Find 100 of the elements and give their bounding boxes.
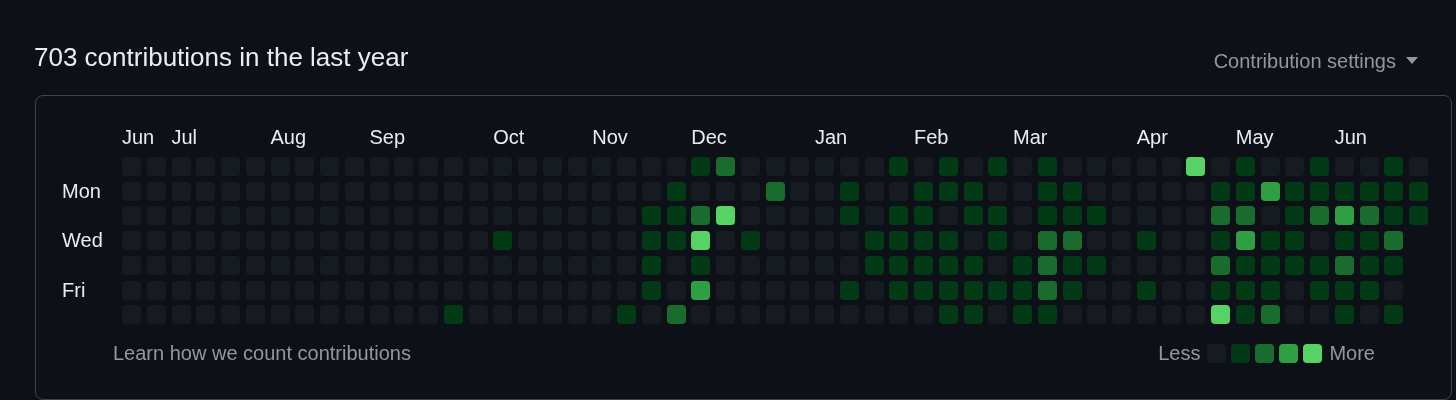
contribution-cell[interactable] bbox=[1013, 255, 1032, 275]
contribution-cell[interactable] bbox=[1334, 231, 1354, 250]
contribution-cell[interactable] bbox=[691, 255, 711, 275]
contribution-cell[interactable] bbox=[443, 305, 463, 325]
contribution-cell[interactable] bbox=[1211, 231, 1230, 250]
contribution-cell[interactable] bbox=[938, 280, 958, 300]
contribution-cell[interactable] bbox=[1334, 181, 1354, 201]
contribution-cell[interactable] bbox=[938, 231, 958, 250]
contribution-cell[interactable] bbox=[864, 231, 884, 250]
contribution-cell[interactable] bbox=[1285, 255, 1305, 275]
contribution-cell[interactable] bbox=[889, 231, 909, 250]
contribution-cell[interactable] bbox=[740, 231, 760, 250]
contribution-cell[interactable] bbox=[864, 255, 884, 275]
contribution-cell[interactable] bbox=[691, 206, 711, 226]
contribution-cell[interactable] bbox=[1087, 255, 1107, 275]
contribution-cell[interactable] bbox=[1260, 181, 1280, 201]
contribution-cell[interactable] bbox=[1310, 206, 1329, 226]
contribution-cell[interactable] bbox=[1136, 280, 1156, 300]
contribution-cell[interactable] bbox=[1186, 156, 1206, 176]
contribution-settings-button[interactable]: Contribution settings bbox=[1213, 48, 1418, 74]
contribution-cell[interactable] bbox=[691, 231, 711, 250]
contribution-cell[interactable] bbox=[1136, 231, 1156, 250]
contribution-cell[interactable] bbox=[1409, 206, 1428, 226]
contribution-cell[interactable] bbox=[963, 305, 983, 325]
contribution-cell[interactable] bbox=[1310, 181, 1329, 201]
contribution-cell[interactable] bbox=[988, 206, 1008, 226]
contribution-cell[interactable] bbox=[666, 305, 686, 325]
contribution-cell[interactable] bbox=[914, 255, 933, 275]
contribution-cell[interactable] bbox=[1062, 280, 1082, 300]
contribution-cell[interactable] bbox=[641, 280, 661, 300]
contribution-cell[interactable] bbox=[1310, 156, 1329, 176]
contribution-cell[interactable] bbox=[1285, 181, 1305, 201]
contribution-cell[interactable] bbox=[1037, 206, 1057, 226]
contribution-cell[interactable] bbox=[938, 255, 958, 275]
contribution-cell[interactable] bbox=[1013, 305, 1032, 325]
contribution-cell[interactable] bbox=[963, 280, 983, 300]
contribution-cell[interactable] bbox=[1235, 231, 1255, 250]
contribution-cell[interactable] bbox=[1037, 305, 1057, 325]
contribution-cell[interactable] bbox=[938, 305, 958, 325]
contribution-cell[interactable] bbox=[666, 231, 686, 250]
contribution-cell[interactable] bbox=[1285, 206, 1305, 226]
contribution-cell[interactable] bbox=[1310, 280, 1329, 300]
contribution-cell[interactable] bbox=[1359, 181, 1379, 201]
contribution-cell[interactable] bbox=[1334, 280, 1354, 300]
contribution-cell[interactable] bbox=[1359, 206, 1379, 226]
contribution-cell[interactable] bbox=[889, 280, 909, 300]
contribution-cell[interactable] bbox=[666, 206, 686, 226]
contribution-cell[interactable] bbox=[1211, 305, 1230, 325]
contribution-cell[interactable] bbox=[914, 280, 933, 300]
contribution-cell[interactable] bbox=[1384, 255, 1404, 275]
contribution-cell[interactable] bbox=[1260, 305, 1280, 325]
contribution-cell[interactable] bbox=[839, 206, 859, 226]
contribution-cell[interactable] bbox=[1334, 305, 1354, 325]
contribution-cell[interactable] bbox=[914, 231, 933, 250]
contribution-cell[interactable] bbox=[988, 280, 1008, 300]
contribution-cell[interactable] bbox=[641, 231, 661, 250]
contribution-cell[interactable] bbox=[1235, 181, 1255, 201]
contribution-cell[interactable] bbox=[1211, 280, 1230, 300]
contribution-cell[interactable] bbox=[839, 280, 859, 300]
contribution-cell[interactable] bbox=[889, 206, 909, 226]
contribution-cell[interactable] bbox=[716, 156, 735, 176]
contribution-cell[interactable] bbox=[1235, 280, 1255, 300]
contribution-cell[interactable] bbox=[839, 181, 859, 201]
contribution-cell[interactable] bbox=[666, 181, 686, 201]
contribution-cell[interactable] bbox=[617, 305, 636, 325]
contribution-cell[interactable] bbox=[938, 156, 958, 176]
contribution-cell[interactable] bbox=[1062, 231, 1082, 250]
contribution-cell[interactable] bbox=[1037, 181, 1057, 201]
contribution-cell[interactable] bbox=[1235, 206, 1255, 226]
contribution-cell[interactable] bbox=[1359, 255, 1379, 275]
contribution-cell[interactable] bbox=[1384, 181, 1404, 201]
contribution-cell[interactable] bbox=[963, 206, 983, 226]
contribution-cell[interactable] bbox=[1235, 156, 1255, 176]
contribution-cell[interactable] bbox=[1285, 231, 1305, 250]
contribution-cell[interactable] bbox=[641, 206, 661, 226]
contribution-cell[interactable] bbox=[963, 255, 983, 275]
contribution-cell[interactable] bbox=[1062, 181, 1082, 201]
contribution-cell[interactable] bbox=[1260, 255, 1280, 275]
contribution-cell[interactable] bbox=[716, 206, 735, 226]
contribution-cell[interactable] bbox=[1260, 231, 1280, 250]
contribution-cell[interactable] bbox=[1211, 181, 1230, 201]
contribution-cell[interactable] bbox=[1037, 231, 1057, 250]
learn-how-link[interactable]: Learn how we count contributions bbox=[113, 342, 411, 366]
contribution-cell[interactable] bbox=[1211, 206, 1230, 226]
contribution-cell[interactable] bbox=[1062, 206, 1082, 226]
contribution-cell[interactable] bbox=[765, 181, 785, 201]
contribution-cell[interactable] bbox=[1409, 181, 1428, 201]
contribution-cell[interactable] bbox=[641, 255, 661, 275]
contribution-cell[interactable] bbox=[1384, 305, 1404, 325]
contribution-cell[interactable] bbox=[889, 156, 909, 176]
contribution-cell[interactable] bbox=[691, 156, 711, 176]
contribution-cell[interactable] bbox=[914, 206, 933, 226]
contribution-cell[interactable] bbox=[1384, 231, 1404, 250]
contribution-cell[interactable] bbox=[1359, 280, 1379, 300]
contribution-cell[interactable] bbox=[1037, 280, 1057, 300]
contribution-cell[interactable] bbox=[1384, 156, 1404, 176]
contribution-cell[interactable] bbox=[1334, 255, 1354, 275]
contribution-cell[interactable] bbox=[1087, 206, 1107, 226]
contribution-cell[interactable] bbox=[493, 231, 513, 250]
contribution-cell[interactable] bbox=[1013, 280, 1032, 300]
